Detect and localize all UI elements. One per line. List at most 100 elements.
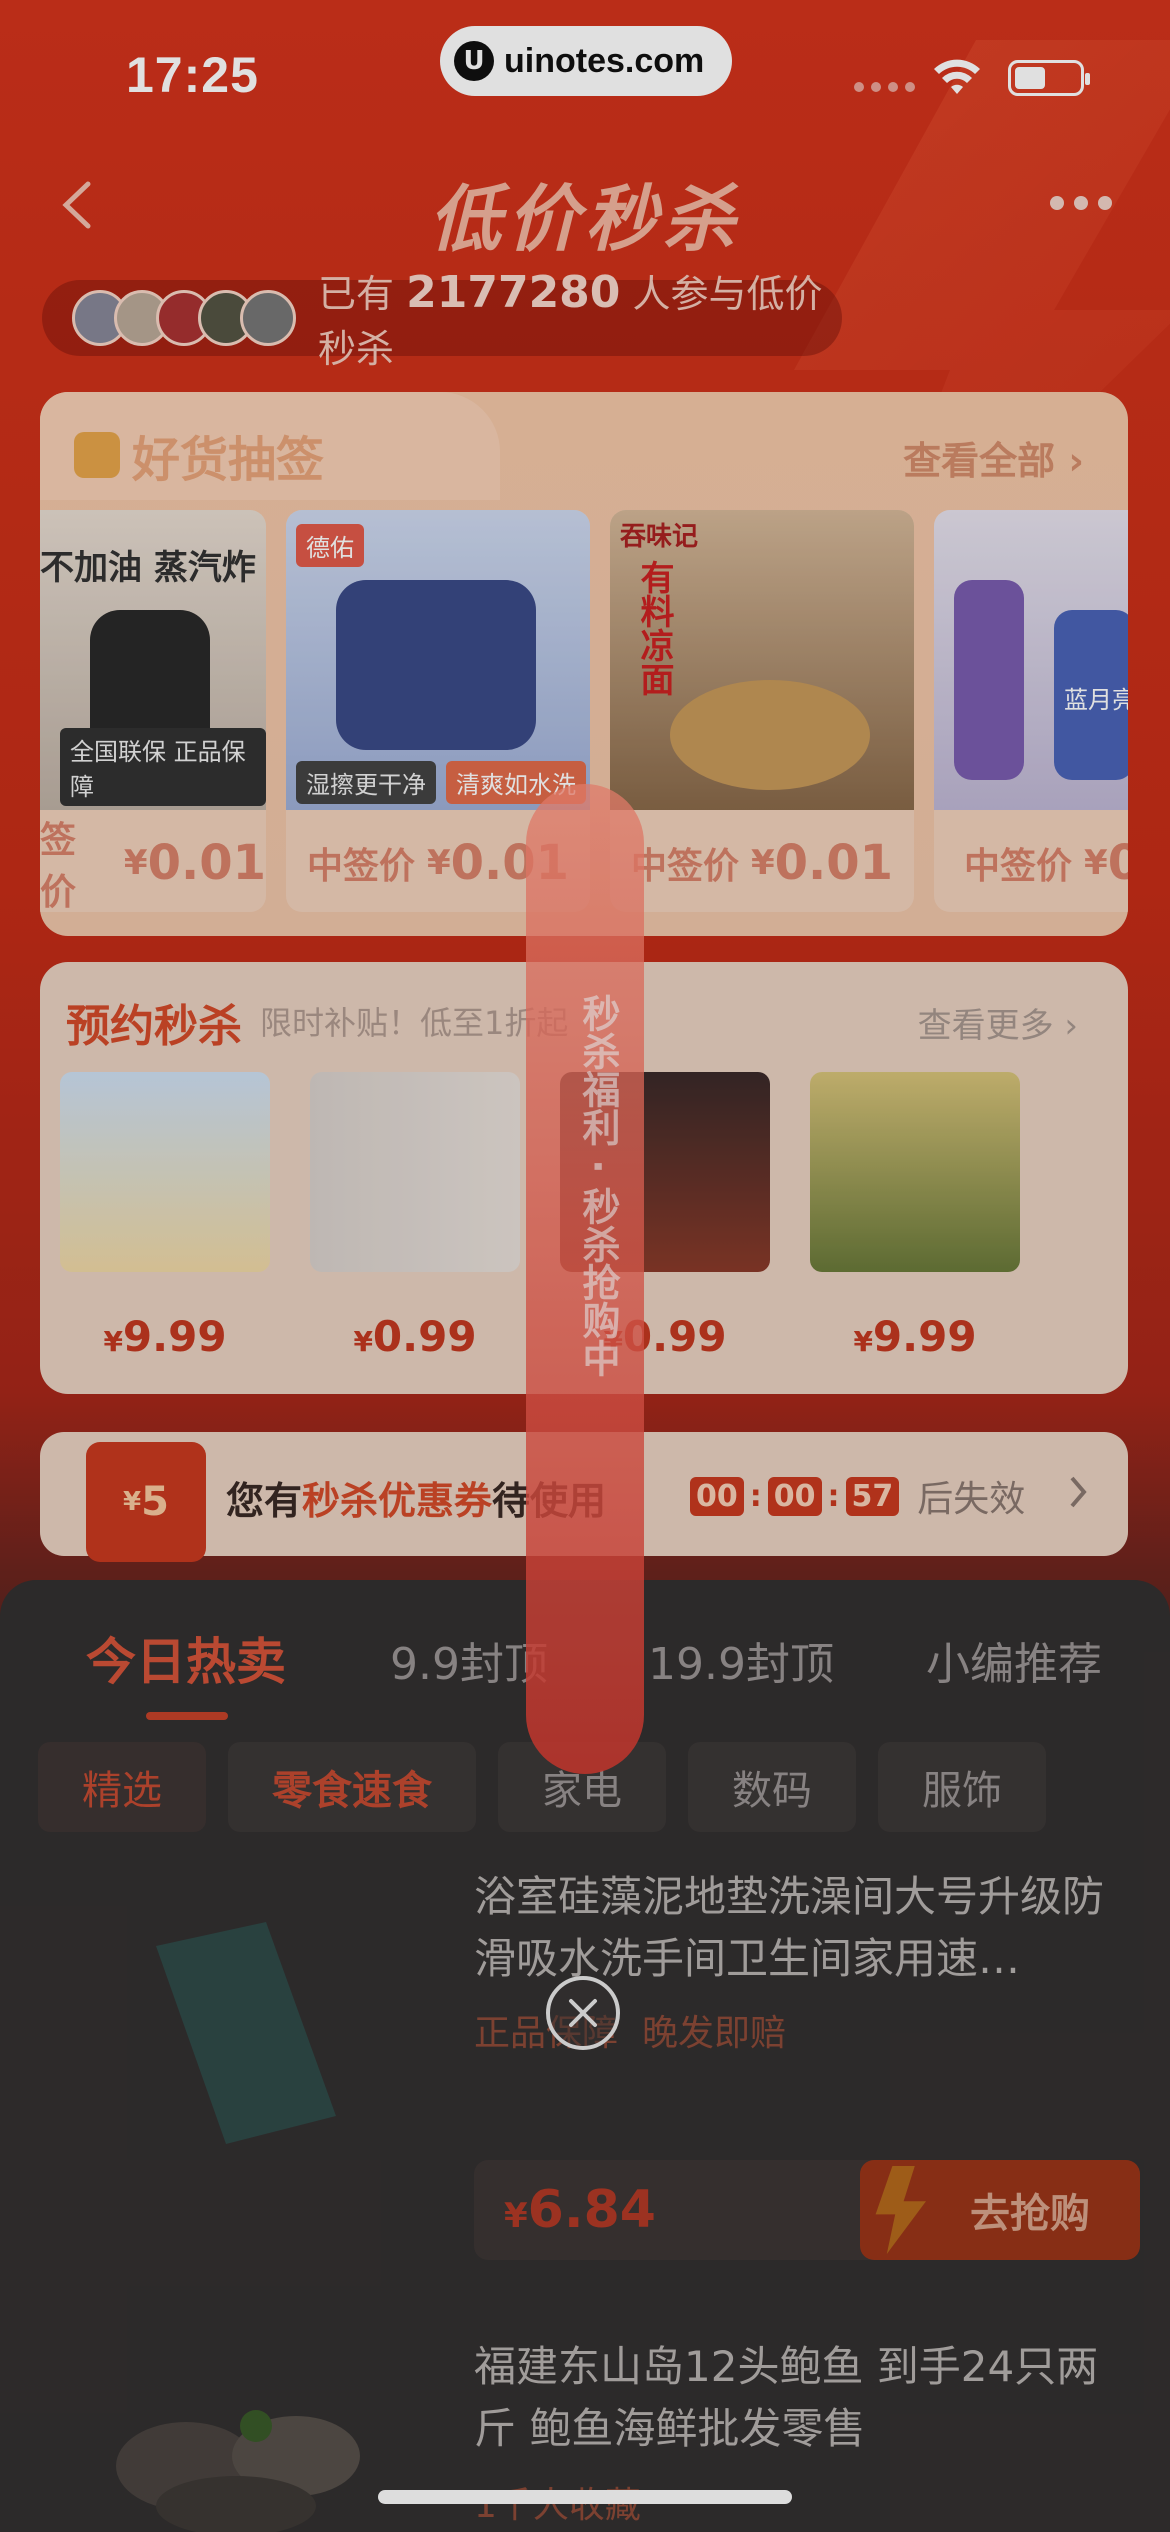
uinotes-logo-icon: U	[454, 41, 494, 81]
category-featured[interactable]: 精选	[38, 1742, 206, 1832]
noodle-bowl-shape	[670, 680, 870, 790]
price-value: 0.01	[774, 835, 894, 891]
timer-hours: 00	[690, 1476, 744, 1516]
tissue-image	[60, 1072, 270, 1272]
price-label: 签价	[40, 820, 77, 912]
price-currency: ¥	[353, 1325, 373, 1358]
category-apparel[interactable]: 服饰	[878, 1742, 1046, 1832]
reserve-price: ¥0.99	[310, 1312, 520, 1361]
reserve-title: 预约秒杀	[66, 1001, 242, 1052]
status-time: 17:25	[126, 47, 259, 103]
grab-deal-button[interactable]: 去抢购	[860, 2160, 1140, 2260]
coupon-countdown-timer: 00 : 00 : 57 后失效	[690, 1470, 1025, 1522]
snack-box-image	[810, 1072, 1020, 1272]
product-title: 福建东山岛12头鲍鱼 到手24只两斤 鲍鱼海鲜批发零售	[474, 2342, 1099, 2453]
avatar	[240, 290, 296, 346]
participants-prefix: 已有	[318, 272, 395, 316]
wifi-icon	[934, 59, 980, 94]
home-indicator[interactable]	[378, 2490, 792, 2504]
prize-price: 中签价 ¥ 0	[934, 814, 1128, 912]
price-label: 中签价	[964, 846, 1073, 887]
close-icon	[569, 1999, 597, 2027]
prize-card-noodles[interactable]: 吞味记 有料凉面 中签价 ¥ 0.01	[610, 510, 914, 912]
price-label: 中签价	[306, 846, 415, 887]
reserve-price: ¥9.99	[810, 1312, 1020, 1361]
timer-minutes: 00	[767, 1476, 822, 1516]
prize-tag: 全国联保 正品保障	[60, 728, 266, 806]
page: 17:25 U uinotes.com 低价秒杀 已有 2177280 人参与低…	[0, 0, 1170, 2532]
product-card-bath-mat[interactable]: 浴室硅藻泥地垫洗澡间大号升级防滑吸水洗手间卫生间家用速… 正品保障 晚发即赔 ¥…	[0, 1866, 1170, 2346]
reserve-price: ¥9.99	[60, 1312, 270, 1361]
popup-close-button[interactable]	[546, 1976, 620, 2050]
chevron-right-icon	[1070, 1476, 1087, 1508]
category-digital[interactable]: 数码	[688, 1742, 856, 1832]
promo-popup-strip[interactable]: 秒杀福利 · 秒杀抢购中	[526, 784, 644, 1774]
prize-price: 中签价 ¥ 0.01	[610, 814, 914, 912]
price-currency: ¥	[504, 2196, 528, 2236]
prize-tag: 湿擦更干净	[296, 761, 436, 804]
product-title: 浴室硅藻泥地垫洗澡间大号升级防滑吸水洗手间卫生间家用速…	[474, 1872, 1105, 1983]
participants-count: 2177280	[406, 267, 621, 318]
price-value: 0.99	[372, 1312, 477, 1361]
prize-image-detergent: 蓝月亮	[934, 510, 1128, 810]
reserve-item-toothbrush[interactable]: ¥0.99	[310, 1072, 520, 1361]
timer-colon: :	[827, 1478, 840, 1514]
participant-avatars	[72, 290, 296, 346]
price-value: 0	[1107, 835, 1128, 891]
price-currency: ¥	[103, 1325, 123, 1358]
reserve-item-tissue[interactable]: ¥9.99	[60, 1072, 270, 1361]
battery-icon	[1008, 60, 1090, 96]
reserve-subtitle: 限时补贴！低至1折起	[260, 1004, 569, 1042]
status-bar: 17:25 U uinotes.com	[0, 0, 1170, 150]
timer-after-label: 后失效	[917, 1479, 1026, 1520]
bath-mat-image	[156, 1922, 336, 2144]
price-currency: ¥	[853, 1325, 873, 1358]
reserve-view-more-link[interactable]: 查看更多 ›	[918, 998, 1078, 1047]
page-title: 低价秒杀	[428, 177, 741, 261]
price-value: 0.01	[147, 835, 266, 891]
tab-under-19-9[interactable]: 19.9封顶	[648, 1628, 834, 1692]
prize-card-air-fryer[interactable]: 不加油 蒸汽炸 全国联保 正品保障 签价 ¥ 0.01	[40, 510, 266, 912]
lottery-view-all-link[interactable]: 查看全部 ›	[903, 430, 1084, 485]
prize-image-noodles: 吞味记 有料凉面	[610, 510, 914, 810]
product-tag: 晚发即赔	[642, 2013, 787, 2054]
cellular-signal-icon	[854, 82, 915, 92]
participants-banner: 已有 2177280 人参与低价秒杀	[42, 267, 842, 371]
prize-headline: 有料凉面	[634, 560, 674, 696]
more-options-icon[interactable]	[1050, 196, 1112, 210]
price-value: 9.99	[872, 1312, 977, 1361]
timer-seconds: 57	[845, 1476, 900, 1516]
category-snacks[interactable]: 零食速食	[228, 1742, 476, 1832]
url-text: uinotes.com	[504, 41, 705, 80]
timer-colon: :	[749, 1478, 762, 1514]
abalone-image	[116, 2410, 360, 2532]
price-currency: ¥	[123, 843, 148, 883]
product-price-bar: ¥6.84 去抢购	[474, 2160, 1140, 2260]
tab-today-hot[interactable]: 今日热卖	[86, 1622, 286, 1694]
prize-headline: 不加油 蒸汽炸	[40, 548, 256, 588]
promo-popup-text: 秒杀福利 · 秒杀抢购中	[576, 994, 620, 1377]
tab-editor-picks[interactable]: 小编推荐	[926, 1628, 1102, 1692]
prize-card-detergent[interactable]: 蓝月亮 中签价 ¥ 0	[934, 510, 1128, 912]
coupon-text-highlight: 秒杀优惠券	[302, 1479, 493, 1523]
prize-image-air-fryer: 不加油 蒸汽炸 全国联保 正品保障	[40, 510, 266, 810]
coupon-currency: ¥	[123, 1487, 142, 1517]
wipes-pack-shape	[336, 580, 536, 750]
product-tags: 正品保障 晚发即赔	[474, 2004, 786, 2056]
tab-under-9-9[interactable]: 9.9封顶	[390, 1628, 548, 1692]
bottle-shape	[954, 580, 1024, 780]
price-label: 中签价	[630, 846, 739, 887]
prize-price: 签价 ¥ 0.01	[40, 814, 266, 912]
price-currency: ¥	[1084, 843, 1108, 883]
coupon-envelope-icon: ¥5	[86, 1442, 206, 1562]
coupon-amount: 5	[141, 1479, 169, 1525]
price-currency: ¥	[426, 843, 451, 883]
coupon-text-prefix: 您有	[226, 1479, 303, 1523]
product-price: ¥6.84	[504, 2180, 656, 2240]
reserve-item-snack-box[interactable]: ¥9.99	[810, 1072, 1020, 1361]
prize-brand: 吞味记	[620, 522, 699, 552]
url-pill: U uinotes.com	[440, 26, 732, 96]
prize-image-wipes: 德佑 湿擦更干净 清爽如水洗	[286, 510, 590, 810]
lottery-title-text: 好货抽签	[132, 432, 325, 488]
lottery-badge-icon	[74, 432, 120, 478]
